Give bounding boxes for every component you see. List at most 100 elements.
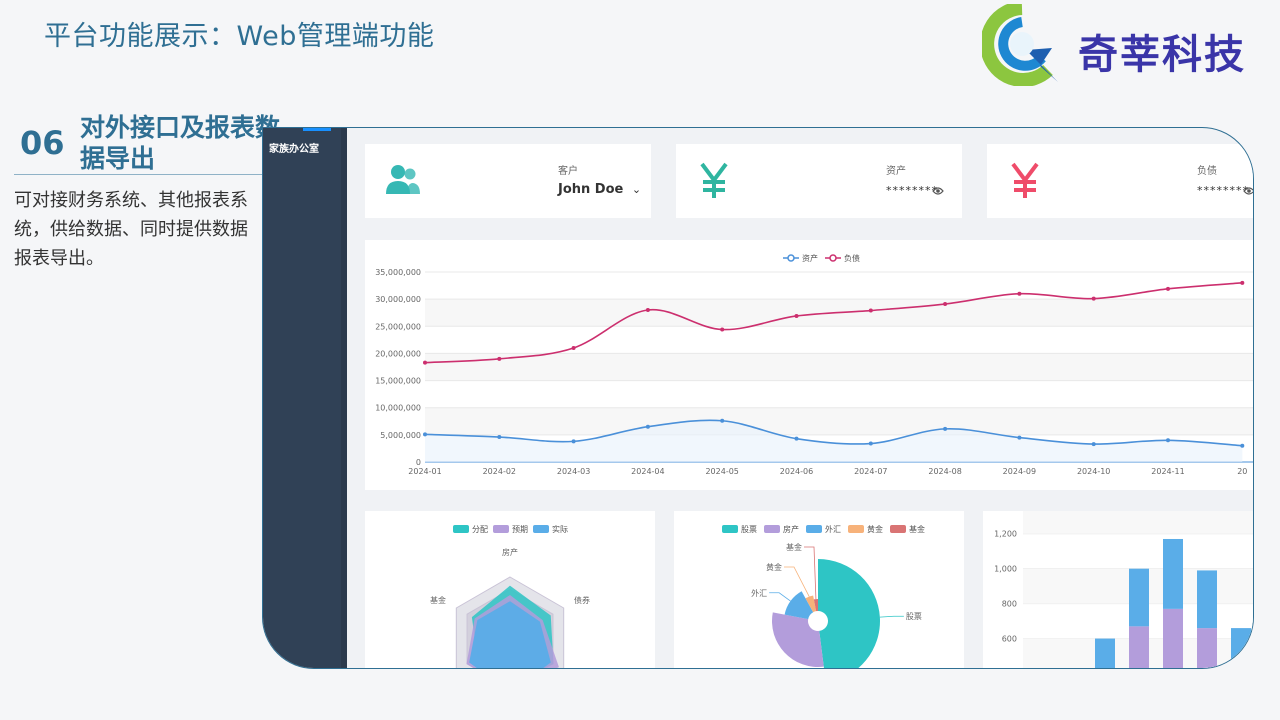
section-description: 可对接财务系统、其他报表系统，供给数据、同时提供数据报表导出。 (14, 190, 248, 269)
assets-value: ******** (886, 184, 938, 197)
q-logo-icon (982, 4, 1058, 86)
data-point (943, 426, 948, 431)
section-title: 对外接口及报表数据导出 (80, 113, 281, 173)
y-tick-label: 35,000,000 (375, 268, 421, 277)
y-tick-label: 30,000,000 (375, 295, 421, 304)
y-tick-label: 25,000,000 (375, 322, 421, 331)
bar-segment (1163, 538, 1183, 609)
bar-segment (1231, 628, 1251, 667)
data-point (645, 424, 650, 429)
y-tick-label: 15,000,000 (375, 377, 421, 386)
data-point (1091, 442, 1096, 447)
pie-label: 外汇 (751, 588, 767, 598)
x-tick-label: 2024-04 (631, 467, 664, 476)
legend-label: 分配 (472, 525, 488, 534)
data-point (571, 439, 576, 444)
section-number: 06 (20, 124, 65, 162)
data-point (794, 436, 799, 441)
stacked-bar-chart: 4006008001,0001,200 (994, 511, 1253, 668)
bar-segment (1197, 628, 1217, 668)
x-tick-label: 20 (1237, 467, 1247, 476)
pie-label: 黄金 (766, 562, 782, 572)
x-tick-label: 2024-03 (557, 467, 590, 476)
pie-label-line (804, 546, 817, 600)
data-point (645, 308, 650, 312)
stat-label-customer: 客户 (558, 166, 578, 177)
pie-label: 股票 (906, 612, 922, 621)
pie-slice (772, 612, 824, 667)
legend-label: 外汇 (825, 524, 841, 534)
legend-label: 房产 (783, 524, 799, 534)
legend-swatch (764, 525, 780, 533)
grid-band (425, 407, 1253, 435)
bar-segment (1129, 568, 1149, 627)
x-tick-label: 2024-06 (780, 467, 813, 476)
pie-chart-card: 股票 房产 外汇 黄金 基金 股票 外汇 黄金 基金 (674, 511, 964, 668)
data-point (868, 308, 873, 313)
legend-swatch (453, 525, 469, 533)
grid-band (1023, 511, 1253, 534)
eye-icon[interactable] (932, 186, 944, 196)
bar-chart-card: 400 600 800 1,000 1,200 (983, 511, 1253, 668)
y-tick-label: 600 (1002, 635, 1017, 644)
app-screenshot: 家族办公室 页户管理债管理户分析据对接据加工户管理户报表统管理⌄统工具⌄统监控⌄… (262, 127, 1254, 669)
pie-label-line (784, 566, 810, 597)
asset-type-pie-chart: 股票 房产 外汇 黄金 基金股票外汇黄金基金 (722, 524, 925, 668)
pie-label-line (769, 592, 791, 602)
eye-icon[interactable] (1243, 186, 1254, 196)
data-point (794, 313, 799, 318)
legend-swatch (829, 254, 837, 262)
bar-segment (1163, 608, 1183, 668)
data-point (571, 346, 576, 350)
slide-title: 平台功能展示：Web管理端功能 (44, 21, 435, 52)
legend-label: 基金 (909, 524, 925, 534)
x-tick-label: 2024-08 (928, 467, 961, 476)
customer-name: John Doe (558, 182, 624, 197)
yen-icon (1011, 162, 1039, 198)
legend-swatch (806, 525, 822, 533)
data-point (1240, 280, 1245, 285)
stat-card-assets: 资产 ******** (676, 144, 962, 218)
y-tick-label: 0 (416, 458, 421, 467)
y-tick-label: 10,000,000 (375, 404, 421, 413)
data-point (1166, 438, 1170, 443)
data-point (1017, 291, 1022, 296)
line-chart-card: 0 5,000,000 10,000,000 15,000,000 20,000,000… (365, 240, 1253, 490)
data-point (943, 302, 948, 307)
users-icon (386, 165, 420, 194)
radar-axis-label: 基金 (430, 595, 446, 605)
customer-dropdown[interactable]: John Doe ⌄ (558, 182, 641, 197)
data-point (1166, 286, 1170, 291)
x-tick-label: 2024-10 (1077, 467, 1110, 476)
stat-label-liabilities: 负债 (1197, 166, 1217, 177)
legend-label: 负债 (844, 253, 860, 263)
sidebar-edge (341, 128, 347, 668)
legend-label: 实际 (552, 524, 568, 534)
x-tick-label: 2024-07 (854, 467, 887, 476)
x-tick-label: 2024-09 (1003, 467, 1036, 476)
stat-card-liabilities: 负债 ******** (987, 144, 1254, 218)
bar-segment (1095, 638, 1115, 668)
sidebar-title: 家族办公室 (269, 144, 319, 155)
y-tick-label: 1,200 (994, 530, 1017, 539)
grid-band (425, 353, 1253, 381)
bar-segment (1231, 666, 1251, 668)
radar-axis-label: 债券 (574, 595, 590, 605)
y-tick-label: 5,000,000 (380, 431, 421, 440)
data-point (868, 441, 873, 446)
legend-label: 预期 (512, 524, 528, 534)
legend-swatch (722, 525, 738, 533)
bar-segment (1129, 626, 1149, 668)
legend-swatch (890, 525, 906, 533)
data-point (1240, 443, 1245, 448)
assets-liabilities-line-chart: 0 5,000,000 10,000,000 15,000,000 20,000,000… (375, 253, 1253, 476)
data-point (423, 432, 427, 437)
section-divider (14, 174, 264, 175)
data-point (720, 418, 725, 423)
logo-text: 奇莘科技 (1078, 32, 1246, 78)
y-tick-label: 1,000 (994, 565, 1017, 574)
x-tick-label: 2024-01 (408, 467, 441, 476)
legend-swatch (493, 525, 509, 533)
sidebar: 家族办公室 页户管理债管理户分析据对接据加工户管理户报表统管理⌄统工具⌄统监控⌄ (263, 128, 347, 668)
data-point (497, 435, 502, 440)
